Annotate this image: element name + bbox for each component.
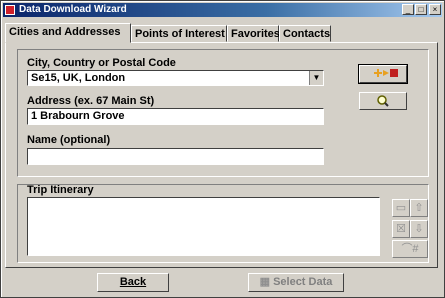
- itinerary-label: Trip Itinerary: [27, 184, 94, 196]
- tab-label: Contacts: [283, 28, 331, 40]
- x-box-icon: ☒: [396, 223, 406, 235]
- tab-label: Points of Interest: [135, 28, 225, 40]
- name-label: Name (optional): [27, 134, 111, 146]
- maximize-button[interactable]: □: [415, 4, 427, 15]
- tab-favorites[interactable]: Favorites: [227, 25, 280, 42]
- window-title: Data Download Wizard: [19, 4, 127, 15]
- magnifier-icon: [377, 95, 389, 107]
- wizard-window: Data Download Wizard _ □ × Cities and Ad…: [0, 0, 445, 298]
- location-group: City, Country or Postal Code Se15, UK, L…: [17, 49, 429, 177]
- arrow-up-icon: ⇧: [414, 202, 424, 214]
- address-input[interactable]: 1 Brabourn Grove: [27, 108, 324, 125]
- find-address-button[interactable]: [359, 92, 407, 110]
- itinerary-group: Trip Itinerary ▭ ⇧ ☒ ⇩ ⌒#: [17, 184, 429, 263]
- back-button[interactable]: Back: [97, 273, 169, 292]
- select-data-icon: ▦: [259, 276, 274, 288]
- city-combobox[interactable]: Se15, UK, London ▼: [27, 70, 324, 86]
- close-button[interactable]: ×: [429, 4, 441, 15]
- tab-label: Cities and Addresses: [9, 26, 121, 38]
- itinerary-list[interactable]: [27, 197, 380, 256]
- city-label: City, Country or Postal Code: [27, 57, 176, 69]
- name-input[interactable]: [27, 148, 324, 165]
- note-icon: ▭: [395, 202, 407, 214]
- add-to-itinerary-icon: [374, 69, 398, 77]
- tab-label: Favorites: [231, 28, 280, 40]
- tab-cities-and-addresses[interactable]: Cities and Addresses: [5, 23, 131, 43]
- app-icon: [5, 5, 15, 15]
- address-label: Address (ex. 67 Main St): [27, 95, 155, 107]
- tab-contacts[interactable]: Contacts: [279, 25, 331, 42]
- notes-button[interactable]: ▭: [392, 199, 410, 217]
- title-bar[interactable]: Data Download Wizard _ □ ×: [3, 3, 442, 17]
- chevron-down-icon[interactable]: ▼: [309, 71, 323, 85]
- city-value: Se15, UK, London: [31, 72, 126, 84]
- route-icon: ⌒#: [401, 243, 419, 255]
- minimize-button[interactable]: _: [402, 4, 414, 15]
- route-button[interactable]: ⌒#: [392, 240, 428, 258]
- add-to-itinerary-button[interactable]: [358, 64, 408, 84]
- move-down-button[interactable]: ⇩: [410, 220, 428, 238]
- select-data-button[interactable]: ▦ Select Data: [248, 273, 344, 292]
- move-up-button[interactable]: ⇧: [410, 199, 428, 217]
- tab-panel: City, Country or Postal Code Se15, UK, L…: [5, 42, 438, 268]
- tab-points-of-interest[interactable]: Points of Interest: [131, 25, 227, 42]
- delete-button[interactable]: ☒: [392, 220, 410, 238]
- back-label: Back: [119, 276, 147, 288]
- arrow-down-icon: ⇩: [414, 223, 424, 235]
- select-data-label: Select Data: [273, 276, 333, 288]
